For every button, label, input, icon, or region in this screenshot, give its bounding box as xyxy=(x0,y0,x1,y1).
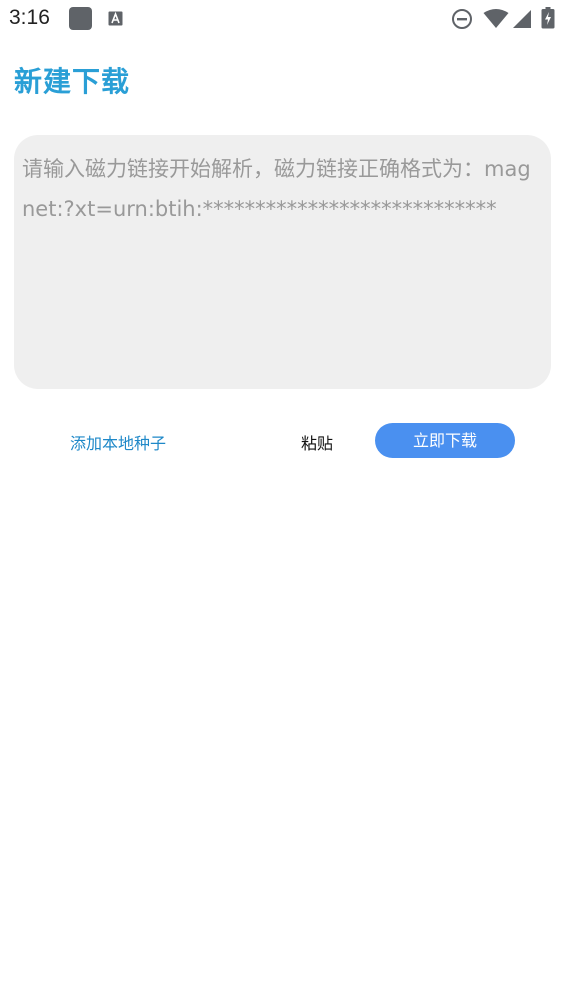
status-bar: 3:16 xyxy=(0,0,565,38)
battery-charging-icon xyxy=(541,7,555,29)
do-not-disturb-icon xyxy=(452,9,472,29)
page-title: 新建下载 xyxy=(14,65,131,98)
add-local-torrent-button[interactable]: 添加本地种子 xyxy=(70,430,166,454)
paste-button[interactable]: 粘贴 xyxy=(301,430,333,454)
signal-icon xyxy=(513,10,531,28)
font-icon xyxy=(108,11,123,26)
wifi-icon xyxy=(483,9,509,28)
status-time: 3:16 xyxy=(9,6,50,29)
magnet-link-input[interactable] xyxy=(14,135,551,389)
download-now-button[interactable]: 立即下载 xyxy=(375,423,515,458)
app-icon xyxy=(69,7,92,30)
